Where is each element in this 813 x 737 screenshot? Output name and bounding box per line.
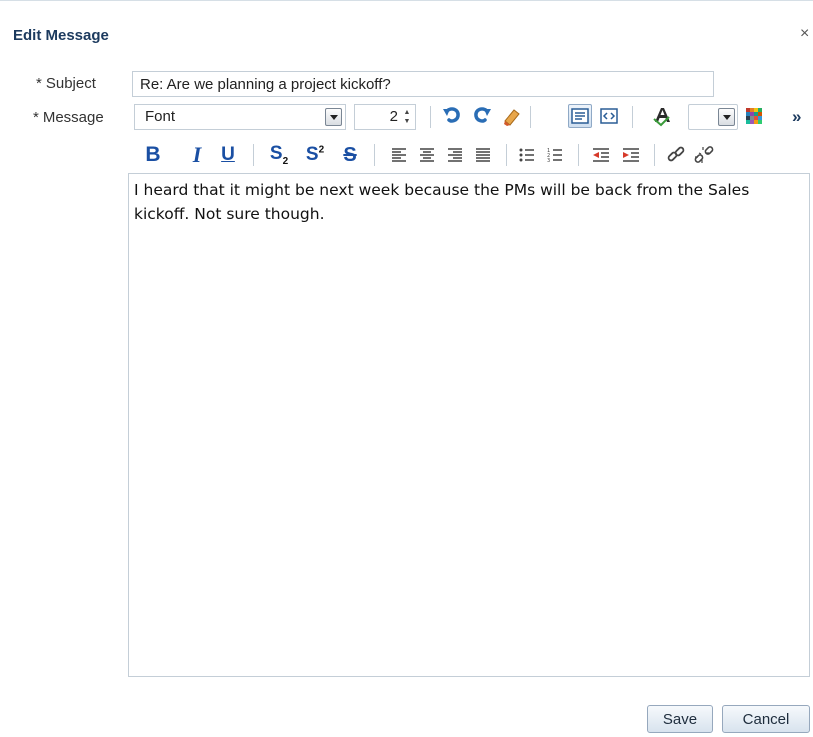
justify-icon[interactable] (472, 142, 494, 168)
align-center-icon[interactable] (416, 142, 438, 168)
toolbar-divider (506, 144, 507, 166)
numbered-list-icon[interactable]: 123 (544, 142, 566, 168)
save-button[interactable]: Save (647, 705, 713, 733)
svg-text:3: 3 (547, 158, 550, 162)
toolbar-divider (530, 106, 531, 128)
source-code-mode-icon[interactable] (597, 104, 621, 128)
chevron-down-icon[interactable] (718, 108, 735, 126)
outdent-icon[interactable] (590, 142, 612, 168)
toolbar-divider (654, 144, 655, 166)
edit-message-dialog: Edit Message × *Subject *Message Font 2 … (0, 0, 813, 737)
redo-icon[interactable] (470, 104, 494, 128)
required-marker: * (33, 109, 39, 126)
subscript-icon[interactable]: S2 (266, 142, 292, 168)
toolbar-divider (632, 106, 633, 128)
text-color-icon[interactable] (650, 104, 674, 128)
subject-label-wrap: * Subject (36, 75, 96, 92)
color-palette-icon[interactable] (742, 104, 766, 128)
subject-label: Subject (45, 75, 96, 92)
clear-formatting-icon[interactable] (500, 104, 524, 128)
message-label: Message (42, 109, 104, 126)
toolbar-divider (578, 144, 579, 166)
chevron-down-icon[interactable] (325, 108, 342, 126)
required-marker: * (36, 75, 42, 92)
font-size-value: 2 (389, 108, 398, 125)
message-editor[interactable]: I heard that it might be next week becau… (128, 173, 810, 677)
toolbar-divider (253, 144, 254, 166)
font-size-spinner[interactable]: 2 ▲ ▼ (354, 104, 416, 130)
superscript-icon[interactable]: S2 (302, 142, 328, 168)
subject-input[interactable] (132, 71, 714, 97)
italic-icon[interactable]: I (186, 142, 208, 168)
indent-icon[interactable] (620, 142, 642, 168)
message-label-wrap: * Message (33, 109, 104, 126)
strikethrough-icon[interactable]: S (338, 142, 362, 168)
more-tools-button[interactable]: » (792, 107, 801, 127)
bold-icon[interactable]: B (142, 142, 164, 168)
unlink-icon[interactable] (692, 142, 716, 168)
rich-text-mode-icon[interactable] (568, 104, 592, 128)
font-select-value: Font (145, 108, 176, 125)
cancel-button[interactable]: Cancel (722, 705, 810, 733)
link-icon[interactable] (664, 142, 688, 168)
align-left-icon[interactable] (388, 142, 410, 168)
align-right-icon[interactable] (444, 142, 466, 168)
close-icon[interactable]: × (800, 25, 809, 43)
font-select[interactable]: Font (134, 104, 346, 130)
toolbar-divider (374, 144, 375, 166)
spinner-arrows-icon[interactable]: ▲ ▼ (401, 108, 413, 126)
bulleted-list-icon[interactable] (516, 142, 538, 168)
dialog-title: Edit Message (13, 27, 109, 44)
background-color-swatch[interactable] (688, 104, 738, 130)
toolbar-divider (430, 106, 431, 128)
underline-icon[interactable]: U (216, 142, 240, 168)
undo-icon[interactable] (440, 104, 464, 128)
